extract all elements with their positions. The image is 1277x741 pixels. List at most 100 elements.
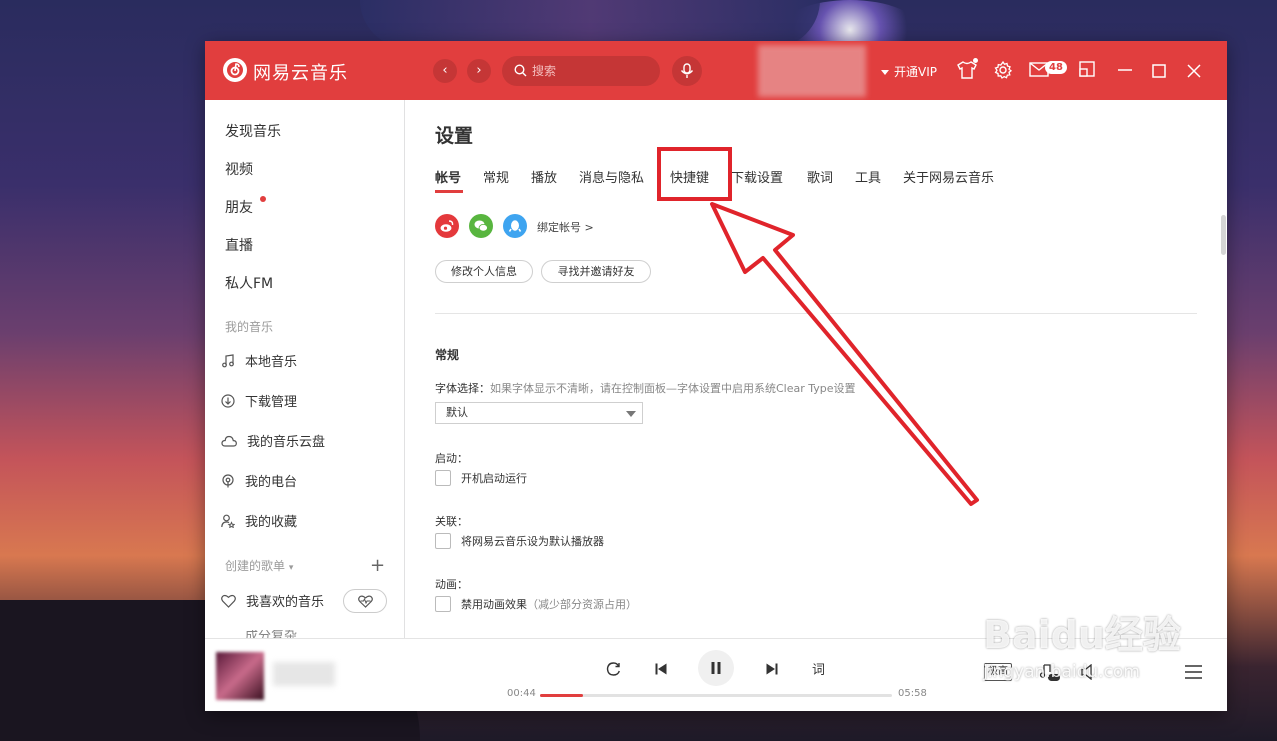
sidebar-item-discover[interactable]: 发现音乐 bbox=[225, 121, 281, 141]
mail-badge: 48 bbox=[1045, 61, 1067, 74]
playlist-icon[interactable] bbox=[1185, 665, 1202, 679]
tab-playback[interactable]: 播放 bbox=[531, 167, 557, 186]
startup-label: 启动： bbox=[435, 452, 468, 465]
weibo-icon bbox=[440, 220, 454, 232]
sidebar-item-local-music[interactable]: 本地音乐 bbox=[221, 351, 297, 370]
radio-icon bbox=[222, 473, 234, 487]
music-note-icon bbox=[222, 353, 234, 367]
total-duration: 05:58 bbox=[898, 688, 927, 699]
pause-icon bbox=[711, 662, 721, 674]
netease-logo-icon[interactable] bbox=[223, 58, 247, 82]
page-title: 设置 bbox=[435, 125, 474, 147]
tab-general[interactable]: 常规 bbox=[483, 167, 509, 186]
bind-account-link[interactable]: 绑定帐号 > bbox=[537, 219, 594, 235]
heartbeat-icon bbox=[358, 595, 373, 608]
search-input[interactable] bbox=[532, 63, 652, 79]
active-tab-indicator bbox=[435, 190, 463, 193]
skin-notification-dot bbox=[973, 58, 978, 63]
association-option[interactable]: 将网易云音乐设为默认播放器 bbox=[435, 533, 604, 549]
find-friends-button[interactable]: 寻找并邀请好友 bbox=[541, 260, 651, 283]
wechat-bind-button[interactable] bbox=[469, 214, 493, 238]
tab-download-settings[interactable]: 下载设置 bbox=[731, 167, 783, 186]
progress-fill bbox=[540, 694, 584, 697]
heartbeat-mode-button[interactable] bbox=[343, 589, 387, 613]
close-icon[interactable] bbox=[1187, 64, 1201, 78]
qq-bind-button[interactable] bbox=[503, 214, 527, 238]
search-icon bbox=[514, 64, 527, 77]
chevron-left-icon: ‹ bbox=[442, 63, 448, 78]
elapsed-time: 00:44 bbox=[507, 688, 536, 699]
animation-option[interactable]: 禁用动画效果 （减少部分资源占用） bbox=[435, 596, 637, 612]
annotation-arrow bbox=[710, 202, 979, 506]
tab-messages-privacy[interactable]: 消息与隐私 bbox=[579, 167, 644, 186]
default-player-checkbox[interactable] bbox=[435, 533, 451, 549]
sidebar-item-downloads[interactable]: 下载管理 bbox=[221, 391, 297, 410]
weibo-bind-button[interactable] bbox=[435, 214, 459, 238]
sidebar-item-live[interactable]: 直播 bbox=[225, 235, 253, 255]
vip-button[interactable]: 开通VIP bbox=[881, 63, 937, 80]
scrollbar-thumb[interactable] bbox=[1221, 215, 1226, 255]
sidebar-item-friends[interactable]: 朋友 bbox=[225, 197, 253, 217]
person-star-icon bbox=[221, 514, 235, 528]
friends-notification-dot bbox=[260, 196, 266, 202]
app-name: 网易云音乐 bbox=[253, 63, 348, 84]
cloud-icon bbox=[221, 435, 237, 447]
forward-button[interactable]: › bbox=[467, 59, 491, 83]
wechat-icon bbox=[474, 220, 488, 232]
baidu-watermark: Baidu经验 bbox=[983, 613, 1181, 657]
voice-search-button[interactable] bbox=[672, 56, 702, 86]
mini-mode-icon[interactable] bbox=[1079, 61, 1095, 77]
progress-bar[interactable] bbox=[540, 694, 892, 697]
settings-panel: 设置 帐号 常规 播放 消息与隐私 快捷键 下载设置 歌词 工具 关于网易云音乐… bbox=[405, 100, 1227, 638]
search-box[interactable] bbox=[502, 56, 660, 86]
song-info-blurred[interactable] bbox=[273, 662, 335, 686]
album-cover[interactable] bbox=[216, 652, 264, 700]
baidu-watermark-url: jingyan.baidu.com bbox=[983, 662, 1140, 682]
tab-lyrics[interactable]: 歌词 bbox=[807, 167, 833, 186]
download-icon bbox=[221, 393, 235, 408]
tab-tools[interactable]: 工具 bbox=[855, 167, 881, 186]
sidebar-item-radio[interactable]: 我的电台 bbox=[221, 471, 297, 490]
startup-checkbox[interactable] bbox=[435, 470, 451, 486]
general-heading: 常规 bbox=[435, 348, 460, 362]
association-label: 关联： bbox=[435, 515, 468, 528]
caret-down-icon bbox=[881, 70, 889, 75]
tab-account[interactable]: 帐号 bbox=[435, 167, 461, 186]
dropdown-arrow-icon bbox=[626, 411, 636, 417]
font-select[interactable]: 默认 bbox=[435, 402, 643, 424]
animation-hint: （减少部分资源占用） bbox=[527, 598, 637, 611]
tab-about[interactable]: 关于网易云音乐 bbox=[903, 167, 994, 186]
user-profile-blurred[interactable] bbox=[758, 45, 866, 97]
add-playlist-button[interactable]: + bbox=[370, 555, 385, 576]
annotation-highlight-box bbox=[657, 147, 732, 201]
section-created-playlists[interactable]: 创建的歌单 ▾ bbox=[225, 557, 293, 574]
sidebar-item-playlist-partial[interactable]: 成分复杂 bbox=[221, 630, 297, 638]
qq-icon bbox=[508, 220, 522, 232]
section-my-music: 我的音乐 bbox=[225, 320, 274, 334]
edit-profile-button[interactable]: 修改个人信息 bbox=[435, 260, 533, 283]
animation-label: 动画： bbox=[435, 578, 468, 591]
sidebar-item-fm[interactable]: 私人FM bbox=[225, 273, 273, 293]
loop-mode-icon[interactable] bbox=[606, 662, 621, 676]
previous-track-icon[interactable] bbox=[655, 663, 667, 675]
skin-tshirt-icon[interactable] bbox=[957, 61, 977, 79]
maximize-icon[interactable] bbox=[1152, 64, 1166, 78]
back-button[interactable]: ‹ bbox=[433, 59, 457, 83]
sidebar: 发现音乐 视频 朋友 直播 私人FM 我的音乐 本地音乐 下载管理 我的音乐云盘… bbox=[205, 100, 405, 638]
settings-gear-icon[interactable] bbox=[994, 61, 1012, 79]
sidebar-item-cloud[interactable]: 我的音乐云盘 bbox=[221, 431, 325, 450]
heart-icon bbox=[221, 594, 236, 608]
pause-button[interactable] bbox=[698, 650, 734, 686]
chevron-right-icon: › bbox=[476, 63, 482, 78]
sidebar-item-video[interactable]: 视频 bbox=[225, 159, 253, 179]
title-bar: 网易云音乐 ‹ › 开通VIP 48 bbox=[205, 41, 1227, 100]
desktop-lyrics-button[interactable]: 词 bbox=[812, 659, 825, 678]
sidebar-item-liked-music[interactable]: 我喜欢的音乐 bbox=[221, 591, 324, 610]
microphone-icon bbox=[680, 63, 694, 78]
minimize-icon[interactable] bbox=[1118, 69, 1132, 71]
caret-down-icon: ▾ bbox=[288, 563, 294, 573]
disable-animation-checkbox[interactable] bbox=[435, 596, 451, 612]
startup-option[interactable]: 开机启动运行 bbox=[435, 470, 527, 486]
sidebar-item-collection[interactable]: 我的收藏 bbox=[221, 511, 297, 530]
next-track-icon[interactable] bbox=[766, 663, 778, 675]
